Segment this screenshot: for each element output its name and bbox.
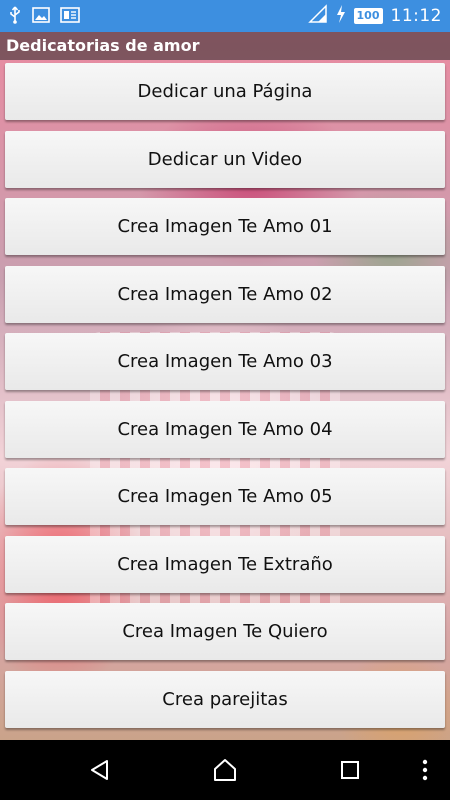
signal-icon [307,4,328,28]
navigation-bar [0,740,450,800]
charging-icon [336,5,346,27]
create-image-te-quiero-button[interactable]: Crea Imagen Te Quiero [5,603,445,660]
image-icon [32,7,50,27]
create-image-te-amo-04-button[interactable]: Crea Imagen Te Amo 04 [5,400,445,458]
dedicate-video-button[interactable]: Dedicar un Video [5,130,445,188]
create-image-te-amo-01-button[interactable]: Crea Imagen Te Amo 01 [5,198,445,255]
battery-icon: 100 [353,8,383,24]
notification-icon [60,7,80,27]
create-image-te-extrano-button[interactable]: Crea Imagen Te Extraño [5,535,445,593]
more-icon[interactable] [395,740,450,800]
usb-icon [8,6,22,28]
button-list: Dedicar una Página Dedicar un Video Crea… [5,63,445,738]
create-parejitas-button[interactable]: Crea parejitas [5,670,445,728]
page-title: Dedicatorias de amor [0,32,450,60]
status-bar: 100 11:12 [0,0,450,32]
create-image-te-amo-03-button[interactable]: Crea Imagen Te Amo 03 [5,333,445,390]
status-time: 11:12 [390,6,442,26]
recents-icon[interactable] [320,740,380,800]
home-icon[interactable] [195,740,255,800]
dedicate-page-button[interactable]: Dedicar una Página [5,63,445,120]
back-icon[interactable] [70,740,130,800]
create-image-te-amo-02-button[interactable]: Crea Imagen Te Amo 02 [5,265,445,323]
create-image-te-amo-05-button[interactable]: Crea Imagen Te Amo 05 [5,468,445,525]
